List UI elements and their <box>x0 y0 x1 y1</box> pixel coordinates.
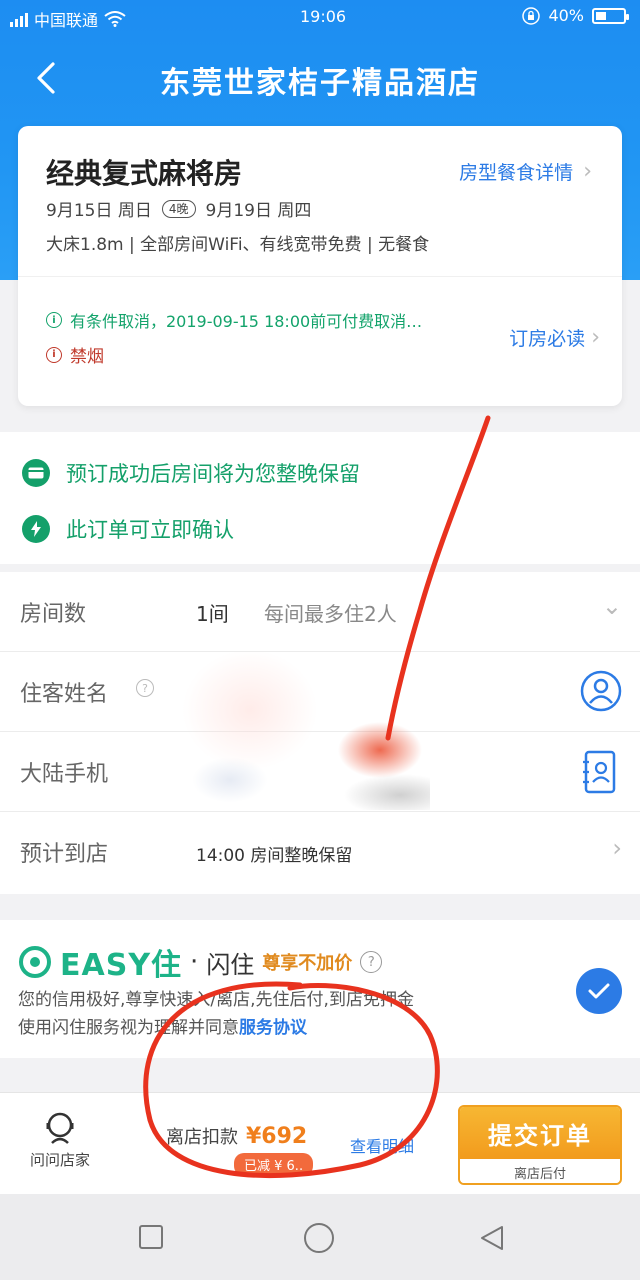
info-icon: i <box>46 346 62 363</box>
arrival-value: 14:00 房间整晚保留 <box>196 846 353 866</box>
room-name: 经典复式麻将房 <box>46 157 243 190</box>
ask-hotel-label: 问问店家 <box>29 1151 90 1169</box>
easy-desc-line: 使用闪住服务视为理解并同意服务协议 <box>18 1014 414 1042</box>
must-read-link[interactable]: 订房必读 › <box>509 324 600 351</box>
info-icon: i <box>46 312 62 328</box>
chevron-right-icon: › <box>612 834 622 862</box>
home-button[interactable] <box>303 1222 335 1254</box>
system-navigation-bar <box>0 1194 640 1280</box>
navigation-bar: 东莞世家桔子精品酒店 <box>0 44 640 114</box>
smoking-policy: i 禁烟 <box>46 342 104 367</box>
room-card: 经典复式麻将房 房型餐食详情 › 9月15日 周日 4晚 9月19日 周四 大床… <box>18 126 622 406</box>
check-in-date: 9月15日 周日 <box>46 201 152 221</box>
rooms-row[interactable]: 房间数 1间 每间最多住2人 ⌄ <box>0 572 640 652</box>
cancel-policy-text: 有条件取消，2019-09-15 18:00前可付费取消… <box>70 312 423 331</box>
booking-guarantees: 预订成功后房间将为您整晚保留 此订单可立即确认 <box>0 432 640 564</box>
phone-label: 大陆手机 <box>20 762 109 787</box>
smoking-text: 禁烟 <box>70 347 104 367</box>
booking-form: 房间数 1间 每间最多住2人 ⌄ 住客姓名 ? 大陆手机 预计到店 14:00 <box>0 572 640 894</box>
easy-stay-description: 您的信用极好,尊享快速入/离店,先住后付,到店免押金 使用闪住服务视为理解并同意… <box>18 986 414 1042</box>
cancel-policy: i 有条件取消，2019-09-15 18:00前可付费取消… <box>46 308 422 332</box>
lightning-icon <box>22 515 50 543</box>
easy-logo-icon <box>19 946 51 978</box>
chevron-right-icon: › <box>583 159 592 184</box>
deduct-label: 离店扣款 <box>166 1127 238 1148</box>
submit-order-button[interactable]: 提交订单 离店后付 <box>458 1105 622 1185</box>
signal-icon <box>10 11 28 27</box>
room-detail-link[interactable]: 房型餐食详情 › <box>459 158 592 185</box>
deduct-price: ¥692 <box>246 1124 308 1149</box>
carrier-text: 中国联通 <box>34 11 99 30</box>
easy-logo-text: EASY住 <box>60 948 183 983</box>
submit-label: 提交订单 <box>460 1107 620 1159</box>
recent-apps-button[interactable] <box>138 1224 164 1250</box>
easy-stay-section: EASY住 · 闪住 尊享不加价 ? 您的信用极好,尊享快速入/离店,先住后付,… <box>0 920 640 1058</box>
room-detail-label: 房型餐食详情 <box>459 162 574 184</box>
easy-stay-brand: EASY住 · 闪住 尊享不加价 ? <box>18 940 383 984</box>
address-book-button[interactable] <box>582 750 618 798</box>
address-book-icon <box>583 750 616 794</box>
arrival-label: 预计到店 <box>20 842 109 867</box>
check-out-date: 9月19日 周四 <box>205 201 312 221</box>
rooms-note: 每间最多住2人 <box>264 602 397 626</box>
guest-name-label: 住客姓名 <box>20 682 109 707</box>
discount-badge: 已减 ¥ 6.. <box>234 1153 314 1176</box>
submit-sublabel: 离店后付 <box>460 1159 620 1183</box>
service-agreement-link[interactable]: 服务协议 <box>239 1018 307 1038</box>
help-icon[interactable]: ? <box>136 679 154 697</box>
guarantee-text: 此订单可立即确认 <box>66 518 234 542</box>
bottom-action-bar: 问问店家 离店扣款 ¥692 已减 ¥ 6.. 查看明细 提交订单 离店后付 <box>0 1092 640 1194</box>
easy-agreement-text: 使用闪住服务视为理解并同意 <box>18 1018 239 1038</box>
easy-stay-name: 闪住 <box>206 950 255 979</box>
hotel-title: 东莞世家桔子精品酒店 <box>160 66 480 101</box>
divider <box>18 276 622 277</box>
separator-dot: · <box>190 947 199 977</box>
deduct-amount: 离店扣款 ¥692 <box>166 1123 307 1149</box>
person-icon <box>580 670 622 712</box>
easy-stay-tag: 尊享不加价 <box>262 953 353 974</box>
check-icon <box>588 983 610 999</box>
guarantee-item: 预订成功后房间将为您整晚保留 <box>22 458 360 488</box>
clock: 19:06 <box>300 7 347 26</box>
phone-row[interactable]: 大陆手机 <box>0 732 640 812</box>
lock-rotation-icon <box>522 6 541 25</box>
nights-badge: 4晚 <box>161 199 196 218</box>
status-bar: 中国联通 19:06 40% <box>0 0 640 34</box>
price-detail-link[interactable]: 查看明细 <box>350 1133 414 1157</box>
must-read-label: 订房必读 <box>509 328 586 350</box>
room-amenities: 大床1.8m | 全部房间WiFi、有线宽带免费 | 无餐食 <box>46 235 430 255</box>
contact-picker-button[interactable] <box>580 670 622 716</box>
easy-stay-checkbox[interactable] <box>576 968 622 1014</box>
back-nav-button[interactable] <box>478 1224 506 1252</box>
card-icon <box>22 459 50 487</box>
rooms-label: 房间数 <box>20 602 87 627</box>
battery-icon <box>592 7 629 24</box>
guarantee-item: 此订单可立即确认 <box>22 514 234 544</box>
easy-desc-line: 您的信用极好,尊享快速入/离店,先住后付,到店免押金 <box>18 990 414 1010</box>
stay-dates: 9月15日 周日 4晚 9月19日 周四 <box>46 196 311 221</box>
chevron-down-icon: ⌄ <box>601 592 622 620</box>
chevron-right-icon: › <box>591 325 600 350</box>
battery-text: 40% <box>548 6 584 25</box>
rooms-value: 1间 <box>196 602 229 626</box>
wifi-icon <box>104 11 126 27</box>
guest-name-row[interactable]: 住客姓名 ? <box>0 652 640 732</box>
customer-service-icon <box>46 1112 74 1144</box>
ask-hotel-button[interactable]: 问问店家 <box>20 1109 100 1170</box>
help-icon[interactable]: ? <box>360 951 383 973</box>
arrival-row[interactable]: 预计到店 14:00 房间整晚保留 › <box>0 812 640 892</box>
guarantee-text: 预订成功后房间将为您整晚保留 <box>66 462 360 486</box>
